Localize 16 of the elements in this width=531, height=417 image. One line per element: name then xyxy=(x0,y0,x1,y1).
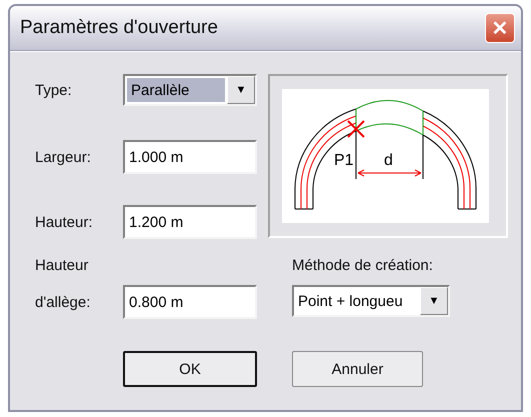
point-label: P1 xyxy=(334,152,354,169)
input-field[interactable]: 0.800 m xyxy=(123,285,257,319)
method-label: Méthode de création: xyxy=(291,257,434,274)
cancel-button[interactable]: Annuler xyxy=(292,351,423,387)
field-label: Hauteur xyxy=(35,257,90,274)
ok-button[interactable]: OK xyxy=(123,351,257,387)
type-dropdown[interactable]: Parallèle ▼ xyxy=(123,74,257,106)
input-field[interactable]: 1.000 m xyxy=(123,140,257,174)
field-label: Type: xyxy=(35,82,73,98)
distance-label: d xyxy=(384,152,393,169)
input-field[interactable]: 1.200 m xyxy=(123,205,257,239)
window-title: Paramètres d'ouverture xyxy=(20,17,218,39)
field-label: Hauteur: xyxy=(35,214,94,230)
field-label: Largeur: xyxy=(35,148,92,166)
method-dropdown[interactable]: Point + longueu ▼ xyxy=(292,285,450,317)
field-label: d'allège: xyxy=(35,294,92,310)
